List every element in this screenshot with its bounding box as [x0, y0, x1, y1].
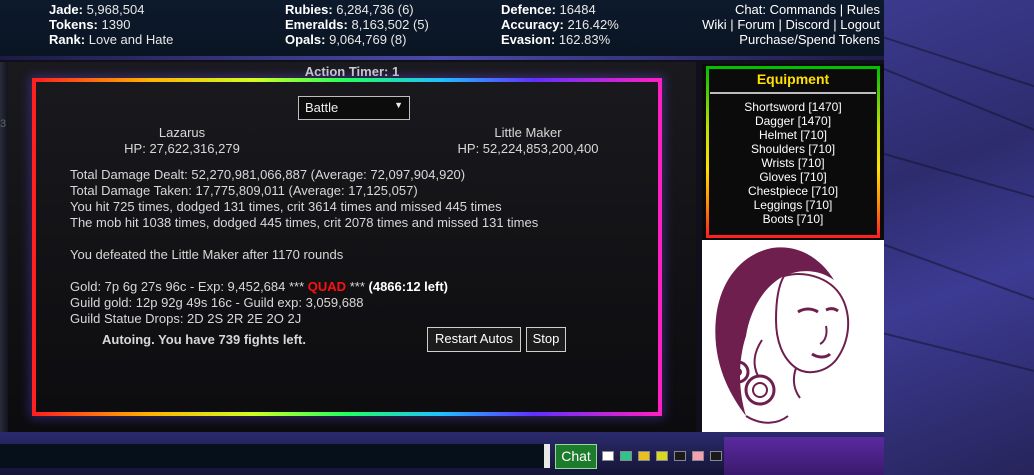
links-row-1: Chat: Commands | Rules: [735, 2, 880, 17]
enemy-info: Little Maker HP: 52,224,853,200,400: [418, 125, 638, 157]
quad-remaining: (4866:12 left): [368, 279, 448, 294]
gold-exp-line: Gold: 7p 6g 27s 96c - Exp: 9,452,684 ***…: [70, 279, 538, 295]
link-separator: |: [730, 17, 734, 32]
gold-exp-text: Gold: 7p 6g 27s 96c - Exp: 9,452,684 ***: [70, 279, 305, 294]
portrait-illustration: [715, 247, 850, 424]
links-row-2: Wiki | Forum | Discord | Logout: [702, 17, 880, 32]
links-row-3: Purchase/Spend Tokens: [739, 32, 880, 47]
equipment-item-leggings[interactable]: Leggings [710]: [710, 198, 876, 212]
chat-input[interactable]: [0, 444, 550, 468]
quad-indicator: QUAD: [307, 279, 347, 294]
stat-rank: Rank: Love and Hate: [49, 32, 174, 47]
statue-drops-line: Guild Statue Drops: 2D 2S 2R 2E 2O 2J: [70, 311, 302, 326]
color-swatch[interactable]: [656, 451, 668, 461]
player-name: Lazarus: [158, 125, 206, 140]
action-timer: Action Timer: 1: [304, 64, 400, 79]
auto-status: Autoing. You have 739 fights left.: [102, 332, 306, 347]
stats-bar: Jade: 5,968,504 Tokens: 1390 Rank: Love …: [0, 0, 884, 60]
stop-button[interactable]: Stop: [526, 327, 566, 352]
logout-link[interactable]: Logout: [840, 17, 880, 32]
decor-streak: [884, 240, 1034, 331]
enemy-name: Little Maker: [494, 125, 562, 140]
equipment-title: Equipment: [710, 70, 876, 94]
player-info: Lazarus HP: 27,622,316,279: [92, 125, 272, 157]
link-separator: |: [778, 17, 782, 32]
color-swatch[interactable]: [674, 451, 686, 461]
rules-link[interactable]: Rules: [847, 2, 880, 17]
stat-tokens: Tokens: 1390: [49, 17, 131, 32]
background-panel-right: [884, 0, 1034, 475]
quad-stars: ***: [349, 279, 365, 294]
color-swatch[interactable]: [620, 451, 632, 461]
battle-log: Total Damage Dealt: 52,270,981,066,887 (…: [70, 167, 538, 327]
equipment-item-gloves[interactable]: Gloves [710]: [710, 170, 876, 184]
chat-button[interactable]: Chat: [555, 444, 597, 469]
player-hp: HP: 27,622,316,279: [124, 141, 240, 156]
defeat-message: You defeated the Little Maker after 1170…: [70, 247, 344, 262]
chat-commands-link[interactable]: Chat: Commands: [735, 2, 836, 17]
chevron-down-icon: ▼: [394, 100, 403, 110]
wiki-link[interactable]: Wiki: [702, 17, 727, 32]
color-swatch[interactable]: [710, 451, 722, 461]
equipment-item-wrists[interactable]: Wrists [710]: [710, 156, 876, 170]
left-edge-mark: 3: [0, 118, 7, 130]
color-swatch[interactable]: [602, 451, 614, 461]
decor-streak: [884, 60, 1034, 160]
log-line: Total Damage Taken: 17,775,809,011 (Aver…: [70, 183, 418, 198]
character-portrait: [702, 240, 884, 432]
discord-link[interactable]: Discord: [786, 17, 830, 32]
stat-evasion: Evasion: 162.83%: [501, 32, 611, 47]
color-swatch[interactable]: [638, 451, 650, 461]
link-separator: |: [833, 17, 837, 32]
equipment-item-boots[interactable]: Boots [710]: [710, 212, 876, 226]
equipment-panel: Equipment Shortsword [1470] Dagger [1470…: [702, 64, 884, 240]
log-line: Total Damage Dealt: 52,270,981,066,887 (…: [70, 167, 466, 182]
header-divider: [0, 56, 884, 60]
equipment-item-dagger[interactable]: Dagger [1470]: [710, 114, 876, 128]
stat-emeralds: Emeralds: 8,163,502 (5): [285, 17, 429, 32]
color-swatch[interactable]: [692, 451, 704, 461]
chat-bar-accent: [724, 437, 884, 475]
stat-opals: Opals: 9,064,769 (8): [285, 32, 407, 47]
equipment-item-chestpiece[interactable]: Chestpiece [710]: [710, 184, 876, 198]
purchase-tokens-link[interactable]: Purchase/Spend Tokens: [739, 32, 880, 47]
battle-mode-value: Battle: [305, 100, 339, 115]
stat-jade: Jade: 5,968,504: [49, 2, 145, 17]
equipment-item-shoulders[interactable]: Shoulders [710]: [710, 142, 876, 156]
decor-streak: [884, 150, 1034, 224]
forum-link[interactable]: Forum: [737, 17, 775, 32]
equipment-item-shortsword[interactable]: Shortsword [1470]: [710, 100, 876, 114]
decor-streak: [884, 330, 1034, 395]
stat-defence: Defence: 16484: [501, 2, 596, 17]
log-line: The mob hit 1038 times, dodged 445 times…: [70, 215, 539, 230]
link-separator: |: [839, 2, 844, 17]
battle-mode-select[interactable]: Battle ▼: [298, 96, 410, 120]
enemy-hp: HP: 52,224,853,200,400: [457, 141, 599, 156]
equipment-item-helmet[interactable]: Helmet [710]: [710, 128, 876, 142]
stat-accuracy: Accuracy: 216.42%: [501, 17, 619, 32]
battle-panel: Action Timer: 1 Battle ▼ Lazarus HP: 27,…: [8, 62, 696, 432]
equipment-list: Shortsword [1470] Dagger [1470] Helmet […: [710, 100, 876, 226]
stat-rubies: Rubies: 6,284,736 (6): [285, 2, 414, 17]
guild-gold-line: Guild gold: 12p 92g 49s 16c - Guild exp:…: [70, 295, 364, 310]
restart-autos-button[interactable]: Restart Autos: [427, 327, 521, 352]
log-line: You hit 725 times, dodged 131 times, cri…: [70, 199, 502, 214]
